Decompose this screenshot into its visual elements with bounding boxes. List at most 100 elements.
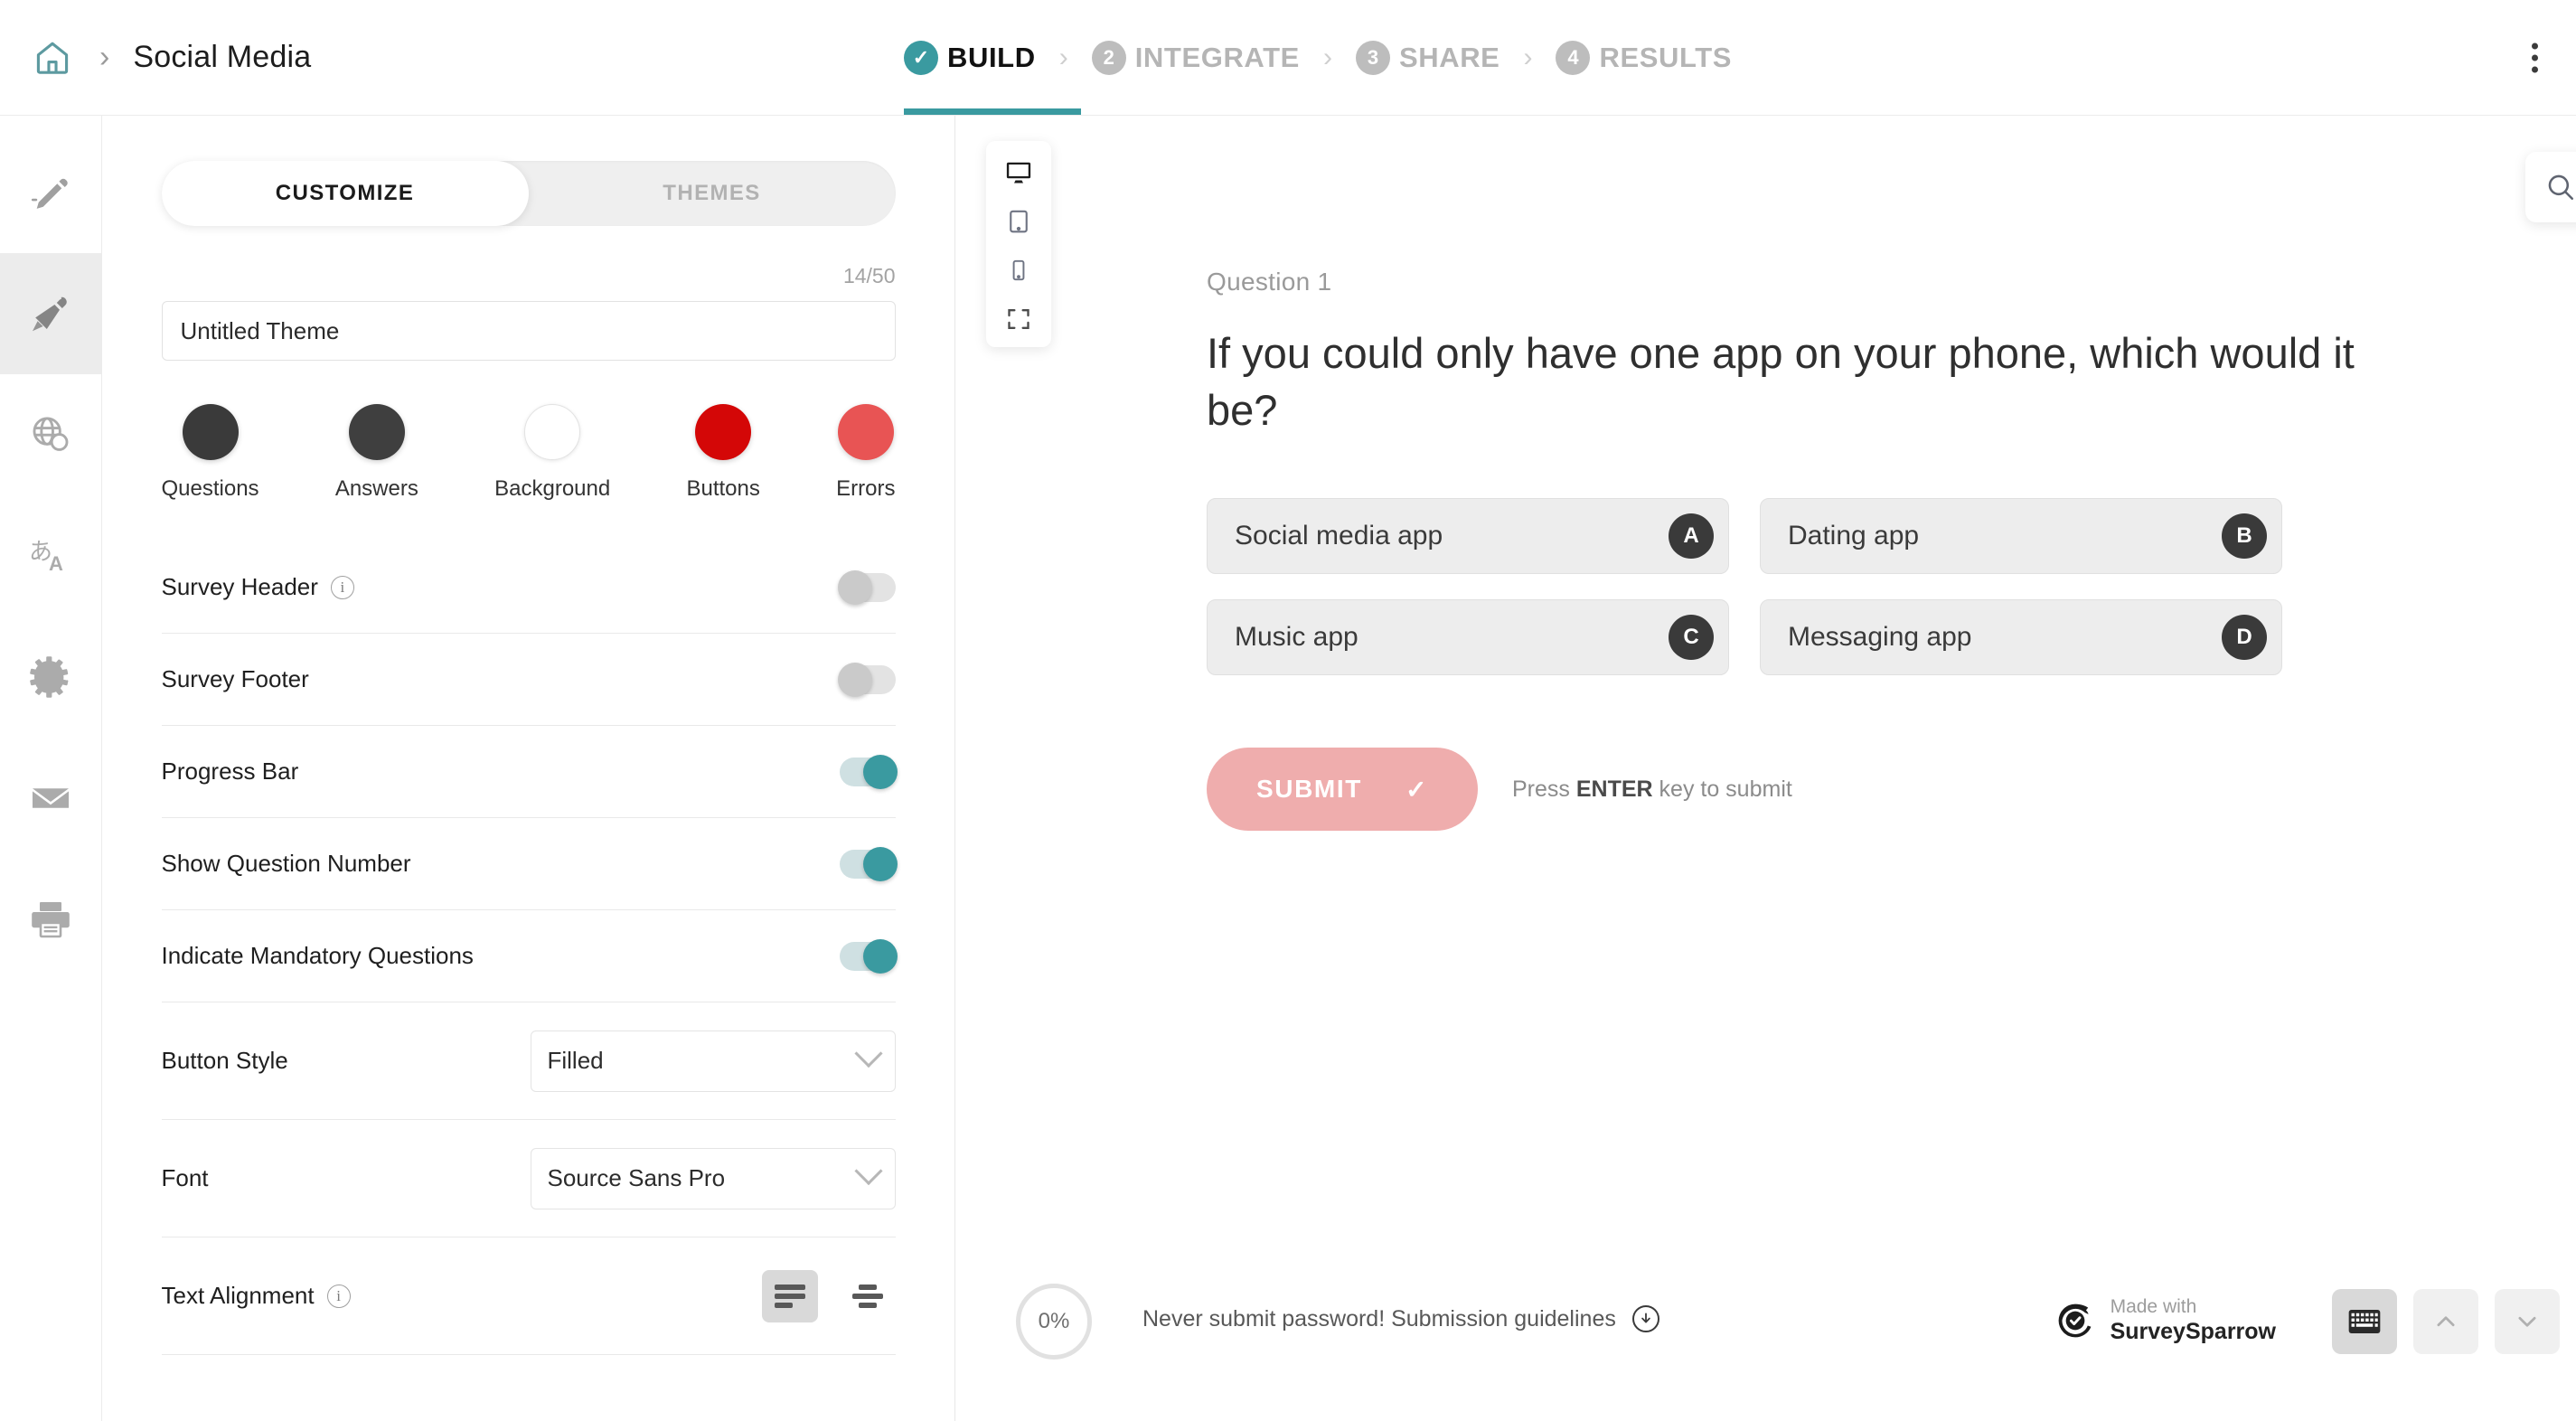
swatch-background-dot[interactable] [524, 404, 581, 460]
button-style-value: Filled [547, 1047, 604, 1074]
swatch-errors[interactable]: Errors [836, 404, 895, 502]
choice-option-d[interactable]: Messaging app D [1760, 599, 2282, 675]
step-share[interactable]: 3 SHARE [1355, 41, 1500, 75]
align-center-icon[interactable] [840, 1270, 896, 1322]
step-separator-2: › [1322, 42, 1332, 72]
swatch-questions[interactable]: Questions [162, 404, 259, 502]
choice-list: Social media app A Dating app B Music ap… [1207, 498, 2400, 675]
active-step-underline [904, 108, 1081, 115]
row-text-alignment-label: Text Alignment [161, 1282, 315, 1309]
row-indicate-mandatory-questions: Indicate Mandatory Questions [161, 910, 898, 1002]
button-style-select[interactable]: Filled [530, 1030, 896, 1092]
gear-settings-icon[interactable] [0, 616, 102, 738]
step-results[interactable]: 4 RESULTS [1556, 41, 1732, 75]
svg-text:A: A [49, 552, 63, 575]
translate-language-icon[interactable]: あ A [0, 495, 102, 616]
theme-name-input[interactable] [161, 301, 896, 361]
toggle-knob [837, 569, 872, 605]
brand-text: Made with SurveySparrow [2111, 1296, 2276, 1345]
fullscreen-icon[interactable] [995, 300, 1042, 338]
search-button[interactable] [2525, 152, 2576, 222]
swatch-background[interactable]: Background [494, 404, 610, 502]
kebab-menu-icon[interactable] [2524, 35, 2545, 80]
question-block: Question 1 If you could only have one ap… [1207, 268, 2400, 831]
step-results-badge: 4 [1556, 41, 1591, 75]
brand-line-1: Made with [2110, 1296, 2197, 1317]
toggle-indicate-mandatory[interactable] [839, 938, 898, 974]
font-value: Source Sans Pro [547, 1164, 726, 1191]
info-icon[interactable]: i [330, 575, 354, 599]
footer-note-group: Never submit password! Submission guidel… [1142, 1305, 1659, 1332]
home-icon[interactable] [29, 34, 76, 81]
surveysparrow-brand[interactable]: Made with SurveySparrow [2054, 1296, 2276, 1345]
download-icon[interactable] [1631, 1305, 1659, 1332]
align-left-icon[interactable] [761, 1269, 818, 1322]
step-integrate[interactable]: 2 INTEGRATE [1091, 41, 1300, 75]
row-survey-header: Survey Header i [161, 541, 896, 634]
swatch-buttons[interactable]: Buttons [686, 404, 760, 502]
row-show-question-number: Show Question Number [161, 818, 898, 910]
step-separator-1: › [1058, 42, 1068, 72]
check-icon: ✓ [1405, 775, 1428, 804]
toggle-show-question-number[interactable] [839, 846, 898, 881]
submit-button[interactable]: SUBMIT ✓ [1207, 748, 1478, 831]
step-build-badge: ✓ [904, 41, 938, 75]
tablet-icon[interactable] [995, 202, 1042, 240]
paint-brush-icon[interactable] [0, 253, 102, 374]
info-icon[interactable]: i [326, 1284, 351, 1308]
theme-name-char-counter: 14/50 [842, 264, 896, 287]
desktop-icon[interactable] [995, 154, 1042, 192]
breadcrumb-separator: › [99, 40, 110, 74]
swatch-answers-dot[interactable] [348, 404, 405, 460]
chevron-down-icon[interactable] [2495, 1289, 2560, 1354]
row-text-alignment-label-group: Text Alignment i [162, 1282, 351, 1310]
envelope-mail-icon[interactable] [0, 738, 102, 859]
toggle-knob [862, 846, 898, 881]
step-share-label: SHARE [1398, 42, 1500, 73]
search-icon [2548, 174, 2574, 201]
font-select[interactable]: Source Sans Pro [530, 1147, 896, 1209]
tab-themes[interactable]: THEMES [529, 161, 896, 226]
choice-d-key: D [2222, 615, 2267, 660]
toggle-progress-bar[interactable] [839, 754, 898, 789]
row-font-label: Font [161, 1164, 209, 1191]
chevron-up-icon[interactable] [2413, 1289, 2478, 1354]
step-build[interactable]: ✓ BUILD [904, 41, 1036, 75]
swatch-errors-dot[interactable] [837, 404, 894, 460]
choice-a-key: A [1669, 513, 1714, 559]
row-button-style-label: Button Style [161, 1047, 288, 1074]
step-share-badge: 3 [1355, 41, 1390, 75]
mobile-icon[interactable] [995, 251, 1042, 289]
choice-option-c[interactable]: Music app C [1207, 599, 1729, 675]
tab-customize[interactable]: CUSTOMIZE [161, 161, 529, 226]
choice-option-a[interactable]: Social media app A [1207, 498, 1729, 574]
footer-buttons [2332, 1289, 2560, 1354]
edit-pencil-icon[interactable] [0, 132, 102, 253]
submit-button-label: SUBMIT [1256, 775, 1362, 803]
align-center-glyph [851, 1281, 883, 1312]
step-build-label: BUILD [947, 42, 1036, 73]
toggle-survey-footer[interactable] [837, 662, 896, 697]
text-alignment-options [761, 1269, 896, 1322]
keyboard-icon[interactable] [2332, 1289, 2397, 1354]
printer-icon[interactable] [0, 859, 102, 980]
step-results-label: RESULTS [1599, 42, 1733, 73]
progress-ring: 0% [1016, 1284, 1092, 1360]
toggle-knob [862, 938, 898, 974]
chevron-down-icon [853, 1156, 883, 1185]
choice-b-label: Dating app [1788, 521, 1920, 551]
footer-note: Never submit password! Submission guidel… [1142, 1305, 1616, 1332]
swatch-questions-dot[interactable] [182, 404, 239, 460]
swatch-questions-label: Questions [161, 476, 259, 501]
globe-icon[interactable] [0, 374, 102, 495]
row-survey-footer: Survey Footer [161, 634, 896, 726]
swatch-buttons-label: Buttons [686, 476, 760, 501]
choice-option-b[interactable]: Dating app B [1760, 498, 2282, 574]
swatch-answers[interactable]: Answers [335, 404, 418, 502]
panel-tabs: CUSTOMIZE THEMES [161, 161, 896, 226]
swatch-answers-label: Answers [334, 476, 418, 501]
swatch-buttons-dot[interactable] [695, 404, 752, 460]
row-text-alignment: Text Alignment i [161, 1237, 896, 1355]
toggle-survey-header[interactable] [837, 569, 896, 605]
submit-hint: Press ENTER key to submit [1512, 776, 1792, 803]
